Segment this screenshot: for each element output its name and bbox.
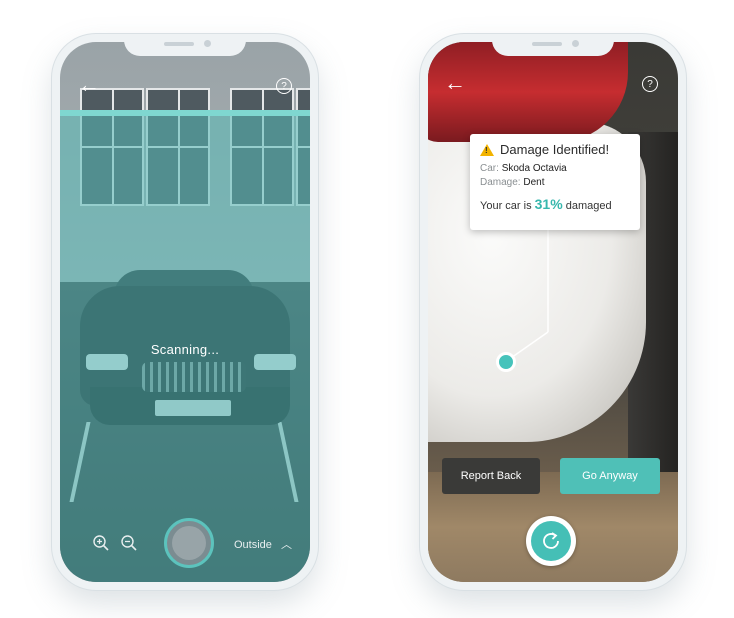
summary-prefix: Your car is [480,200,532,212]
help-circle-icon[interactable]: ? [276,78,292,94]
damage-value: Dent [523,177,545,188]
damage-card: ! Damage Identified! Car: Skoda Octavia … [470,134,640,230]
damage-percent: 31% [534,196,563,212]
phone-scanning: ← ? Scanning... Outside ︿ [52,34,318,590]
mode-label: Outside [234,539,272,551]
damage-connector-line [507,230,549,361]
phone-notch [124,34,246,56]
retake-button[interactable] [526,516,576,566]
go-anyway-button[interactable]: Go Anyway [560,458,660,494]
damage-title: Damage Identified! [500,142,610,157]
car-value: Skoda Octavia [501,163,567,174]
phone-notch [492,34,614,56]
car-label: Car: [480,163,499,174]
chevron-up-icon: ︿ [280,539,292,551]
scan-line [60,110,310,116]
summary-suffix: damaged [565,200,612,212]
retake-icon [543,532,559,549]
damage-view: ← ? ! Damage Identified! Car: Skoda Octa… [428,42,678,582]
warning-triangle-icon: ! [480,143,494,156]
mode-selector[interactable]: Outside ︿ [234,536,292,552]
zoom-out-icon[interactable] [120,534,138,552]
camera-viewfinder: ← ? Scanning... Outside ︿ [60,42,310,582]
report-back-button[interactable]: Report Back [442,458,540,494]
damage-marker[interactable] [496,352,516,372]
zoom-in-icon[interactable] [92,534,110,552]
camera-controls: Outside ︿ [60,508,310,582]
scanning-status: Scanning... [150,342,220,357]
damage-label: Damage: [480,177,521,188]
shutter-button[interactable] [164,518,214,568]
back-arrow-icon[interactable]: ← [78,74,100,96]
phone-damage-result: ← ? ! Damage Identified! Car: Skoda Octa… [420,34,686,590]
